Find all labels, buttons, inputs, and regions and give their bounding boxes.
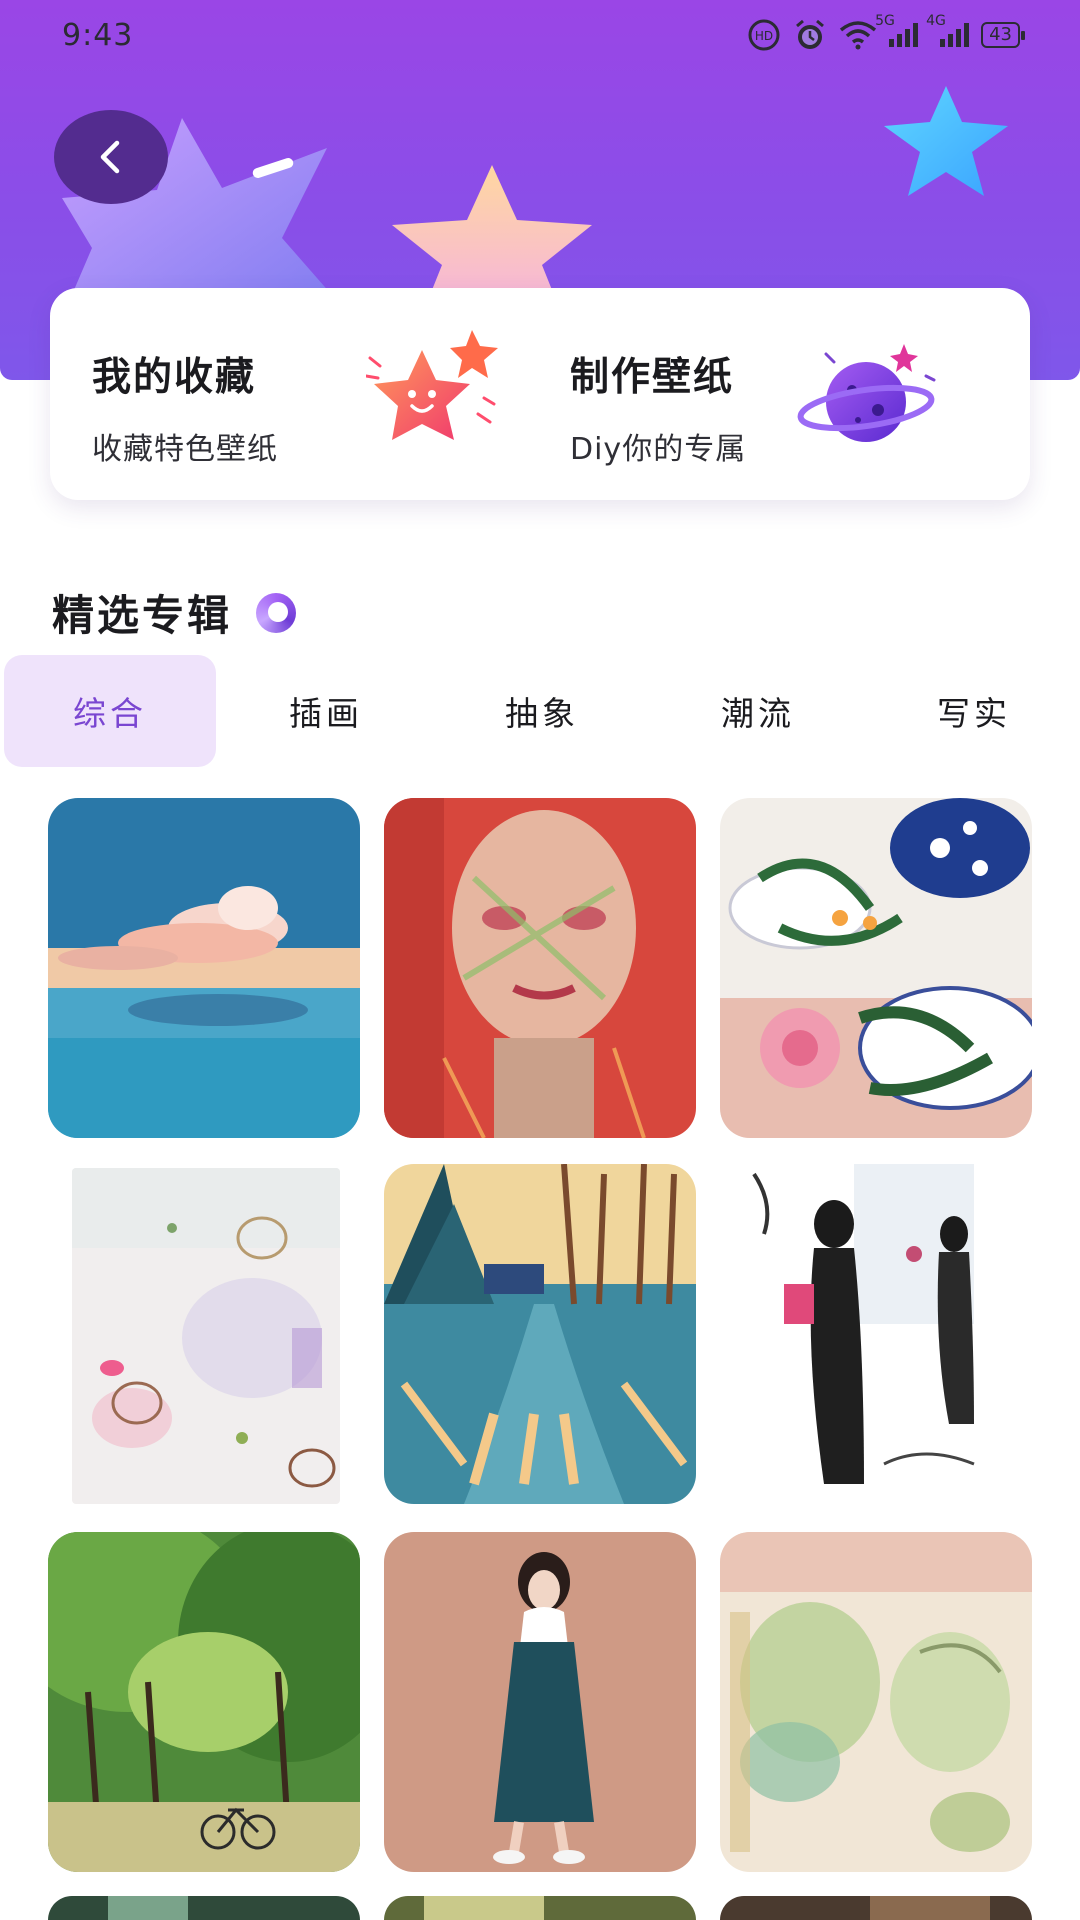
snowy-road-landscape <box>384 1164 696 1504</box>
wallpaper-tile[interactable] <box>72 1168 340 1504</box>
wallpaper-preview-partial <box>384 1896 696 1920</box>
wallpaper-tile[interactable] <box>384 1896 696 1920</box>
wallpaper-tile[interactable] <box>48 798 360 1138</box>
girl-in-dress-illustration <box>384 1532 696 1872</box>
wallpaper-tile[interactable] <box>720 1896 1032 1920</box>
porcelain-flower-still-life <box>720 798 1032 1138</box>
wallpaper-tile[interactable] <box>384 798 696 1138</box>
abstract-watercolor-stains <box>72 1168 340 1504</box>
wallpaper-tile[interactable] <box>384 1164 696 1504</box>
wallpaper-tile[interactable] <box>744 1164 1012 1508</box>
forest-bicycle-watercolor <box>48 1532 360 1872</box>
painted-face-portrait <box>384 798 696 1138</box>
ink-figure-sketch <box>744 1164 1012 1508</box>
abstract-green-wash <box>720 1532 1032 1872</box>
wallpaper-tile[interactable] <box>48 1896 360 1920</box>
wallpaper-tile[interactable] <box>720 1532 1032 1872</box>
wallpaper-grid <box>0 0 1080 1920</box>
wallpaper-tile[interactable] <box>384 1532 696 1872</box>
whale-sky-painting <box>48 798 360 1138</box>
wallpaper-tile[interactable] <box>48 1532 360 1872</box>
wallpaper-preview-partial <box>48 1896 360 1920</box>
wallpaper-tile[interactable] <box>720 798 1032 1138</box>
wallpaper-preview-partial <box>720 1896 1032 1920</box>
